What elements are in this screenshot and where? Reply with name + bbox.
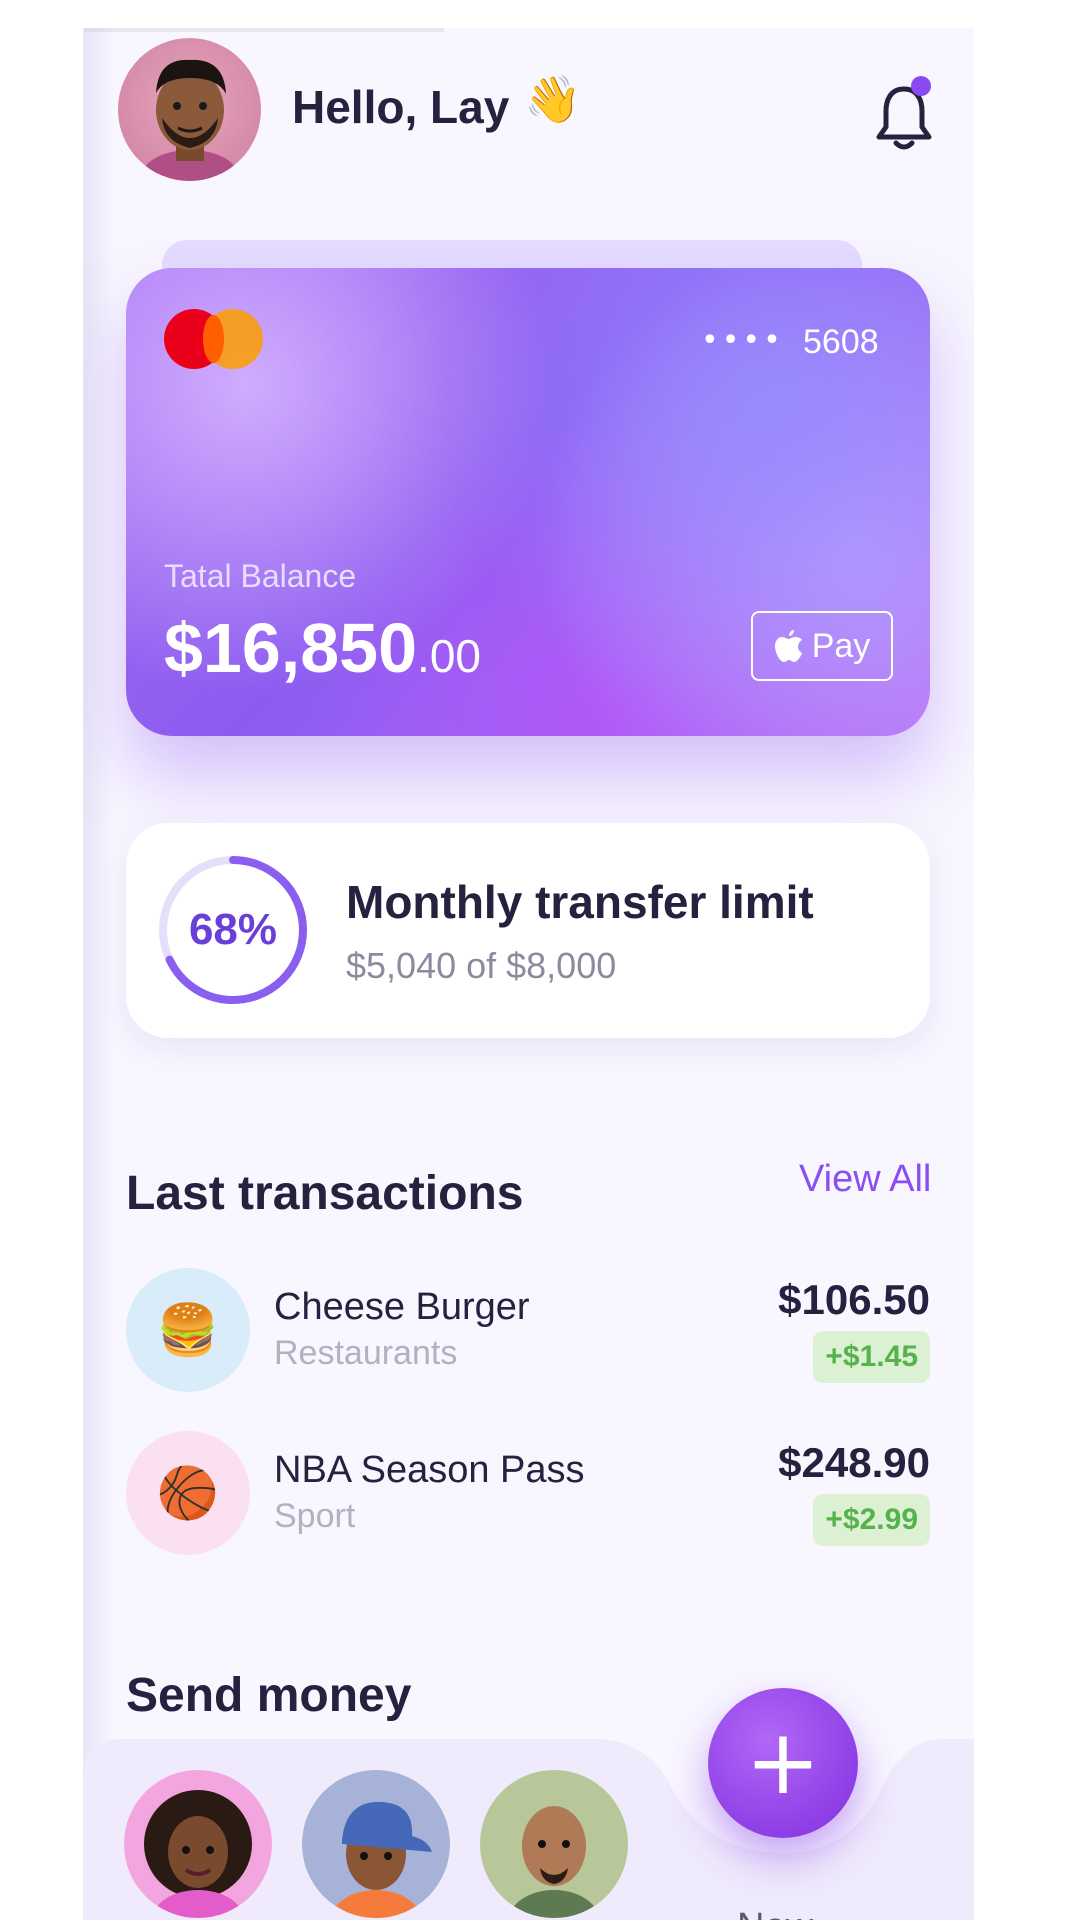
transaction-amount: $106.50 (778, 1276, 930, 1323)
avatar-bald-icon (508, 1806, 600, 1918)
avatar-woman-icon (144, 1790, 252, 1918)
transfer-limit-card[interactable]: 68% Monthly transfer limit $5,040 of $8,… (126, 823, 930, 1038)
transaction-name: NBA Season Pass (274, 1449, 585, 1491)
card-last4: 5608 (803, 323, 879, 361)
cashback-badge: +$1.45 (813, 1331, 930, 1383)
transaction-amount: $248.90 (778, 1439, 930, 1486)
contact-avatar-woman[interactable] (124, 1770, 272, 1918)
contact-avatar-bald[interactable] (480, 1770, 628, 1918)
burger-icon: 🍔 (126, 1268, 250, 1392)
transaction-category: Restaurants (274, 1334, 458, 1372)
screen-shade (84, 28, 114, 1920)
contact-avatar-cap[interactable] (302, 1770, 450, 1918)
app-screen: Hello, Lay 👋 •••• 5608 Tatal Balance $16… (83, 28, 974, 1920)
send-money-title: Send money (126, 1669, 412, 1722)
limit-percent: 68% (188, 905, 278, 954)
mastercard-logo-icon (203, 315, 224, 363)
balance-main: $16,850 (164, 609, 418, 687)
apple-pay-label: Pay (811, 626, 871, 665)
apple-icon (774, 630, 802, 662)
add-contact-button[interactable]: + (708, 1688, 858, 1838)
limit-subtitle: $5,040 of $8,000 (346, 945, 617, 986)
transactions-title: Last transactions (126, 1167, 524, 1220)
balance-amount: $16,850.00 (164, 608, 481, 688)
transaction-row[interactable]: 🍔 Cheese Burger Restaurants $106.50 +$1.… (126, 1268, 930, 1393)
transaction-row[interactable]: 🏀 NBA Season Pass Sport $248.90 +$2.99 (126, 1431, 930, 1556)
avatar-man-icon (142, 59, 238, 181)
limit-title: Monthly transfer limit (346, 876, 814, 928)
card-masked-dots: •••• (701, 323, 784, 358)
status-strip (84, 28, 444, 32)
notification-dot (911, 76, 931, 96)
avatar-cap-icon (330, 1801, 432, 1918)
basketball-icon: 🏀 (126, 1431, 250, 1555)
balance-card[interactable]: •••• 5608 Tatal Balance $16,850.00 Pay (126, 268, 930, 736)
user-avatar[interactable] (118, 38, 261, 181)
transaction-name: Cheese Burger (274, 1286, 530, 1328)
new-contact-label: New (737, 1906, 813, 1920)
cashback-badge: +$2.99 (813, 1494, 930, 1546)
balance-label: Tatal Balance (164, 558, 357, 594)
view-all-link[interactable]: View All (799, 1158, 931, 1201)
wave-emoji: 👋 (524, 72, 582, 126)
balance-cents: .00 (417, 630, 481, 682)
transaction-category: Sport (274, 1497, 356, 1535)
apple-pay-button[interactable]: Pay (751, 611, 893, 681)
greeting-text: Hello, Lay (292, 81, 510, 133)
